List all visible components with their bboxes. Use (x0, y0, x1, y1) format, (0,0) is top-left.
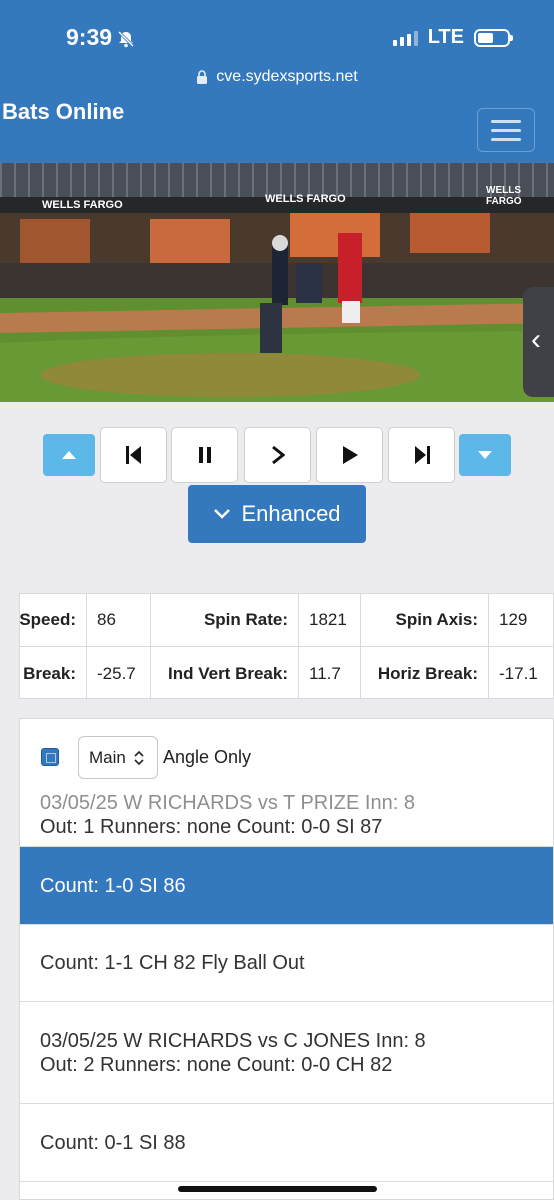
url-text: cve.sydexsports.net (216, 68, 358, 85)
enhanced-toggle-button[interactable]: Enhanced (188, 485, 366, 543)
skip-to-start-button[interactable] (100, 427, 167, 483)
clock: 9:39 (66, 24, 113, 50)
enhanced-label: Enhanced (241, 501, 341, 526)
battery-icon (474, 28, 513, 47)
url-bar[interactable]: cve.sydexsports.net (0, 68, 554, 86)
triangle-up-icon (62, 451, 76, 459)
speed-value: 86 (87, 594, 151, 647)
break-label: Break: (20, 647, 87, 698)
banner-left: WELLS FARGO (42, 199, 123, 211)
next-pitch-down-button[interactable] (459, 434, 511, 476)
horiz-break-label: Horiz Break: (361, 647, 489, 698)
spin-axis-value: 129 (489, 594, 553, 647)
list-item-selected[interactable]: Count: 1-0 SI 86 (20, 847, 553, 925)
side-drawer-tab[interactable]: ‹ (523, 287, 554, 397)
play-icon (342, 446, 358, 464)
row-line: 03/05/25 W RICHARDS vs T PRIZE Inn: 8 (40, 792, 415, 814)
break-value: -25.7 (87, 647, 151, 698)
horiz-break-value: -17.1 (499, 663, 538, 683)
spin-rate-label: Spin Rate: (151, 594, 299, 647)
pitch-video[interactable]: WELLS FARGO WELLS FARGO WELLS FARGO ‹ (0, 163, 554, 402)
chevron-down-icon (214, 509, 231, 519)
triangle-down-icon (478, 451, 492, 459)
camera-select-value: Main (89, 747, 126, 767)
network-type: LTE (427, 26, 464, 48)
skip-forward-icon (414, 446, 430, 464)
camera-select[interactable]: Main (78, 736, 158, 779)
previous-pitch-up-button[interactable] (43, 434, 95, 476)
angle-only-label: Angle Only (163, 747, 252, 767)
select-arrows-icon (134, 750, 144, 765)
row-line: Count: 1-0 SI 86 (40, 874, 186, 897)
chevron-left-icon: ‹ (531, 323, 541, 356)
list-item[interactable]: 03/05/25 W RICHARDS vs T PRIZE Inn: 8 Ou… (20, 784, 553, 847)
banner-mid: WELLS FARGO (265, 193, 346, 205)
banner-right: WELLS FARGO (486, 185, 522, 207)
pitch-stats-table: Speed: 86 Spin Rate: 1821 Spin Axis: 129… (19, 593, 554, 699)
skip-back-icon (125, 446, 141, 464)
row-line: Out: 1 Runners: none Count: 0-0 SI 87 (40, 816, 383, 838)
pause-icon (198, 447, 211, 463)
row-line: Out: 2 Runners: none Count: 0-0 CH 82 (40, 1053, 393, 1076)
pitch-list-panel: Main Angle Only 03/05/25 W RICHARDS vs T… (19, 718, 554, 1200)
play-button[interactable] (316, 427, 383, 483)
spin-rate-value: 1821 (299, 594, 361, 647)
step-forward-button[interactable] (244, 427, 311, 483)
signal-icon (392, 30, 418, 46)
list-item[interactable]: 03/05/25 W RICHARDS vs C JONES Inn: 8 Ou… (20, 1002, 553, 1104)
panel-header: Main Angle Only (20, 719, 553, 794)
top-bar: 9:39 LTE cve.sydexsports.net Bats Online (0, 0, 554, 163)
hamburger-menu-button[interactable] (477, 108, 535, 152)
row-line: Count: 1-1 CH 82 Fly Ball Out (40, 952, 305, 974)
row-line: 03/05/25 W RICHARDS vs C JONES Inn: 8 (40, 1029, 426, 1052)
ind-vert-break-label: Ind Vert Break: (151, 647, 299, 698)
pause-button[interactable] (171, 427, 238, 483)
site-brand[interactable]: Bats Online (2, 99, 124, 125)
speed-label: Speed: (20, 594, 87, 647)
home-indicator[interactable] (178, 1186, 377, 1192)
list-item[interactable]: Count: 1-1 CH 82 Fly Ball Out (20, 925, 553, 1002)
silent-bell-icon (116, 28, 136, 48)
skip-to-end-button[interactable] (388, 427, 455, 483)
list-item[interactable]: Count: 0-1 SI 88 (20, 1104, 553, 1182)
status-indicators: LTE (392, 26, 513, 49)
row-line: Count: 0-1 SI 88 (40, 1131, 186, 1154)
spin-axis-label: Spin Axis: (361, 594, 489, 647)
lock-icon (197, 70, 208, 84)
status-time: 9:39 (66, 24, 136, 51)
ind-vert-break-value: 11.7 (299, 647, 361, 698)
angle-only-checkbox[interactable] (41, 748, 59, 766)
chevron-right-icon (271, 445, 285, 465)
